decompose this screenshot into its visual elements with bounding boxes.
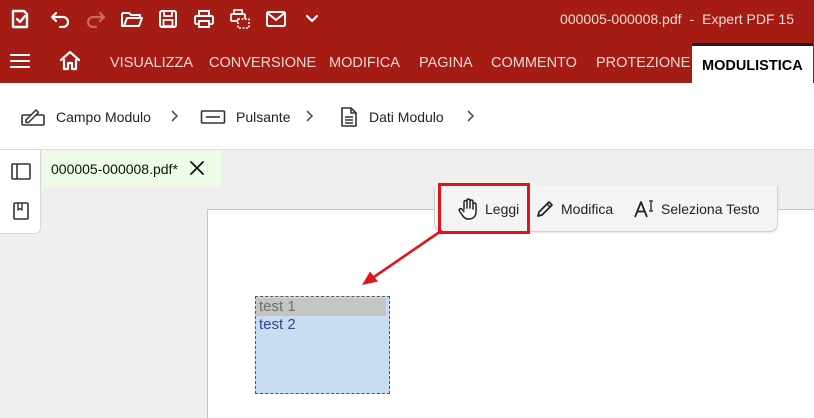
dati-modulo-label: Dati Modulo [369, 108, 444, 125]
tab-protezione[interactable]: PROTEZIONE [596, 38, 690, 83]
home-icon[interactable] [57, 48, 83, 74]
modifica-button[interactable]: Modifica [535, 186, 613, 232]
email-icon[interactable] [260, 0, 292, 38]
window-app-name: Expert PDF 15 [702, 11, 794, 27]
window-title-separator: - [689, 11, 695, 27]
ribbon-tab-bar: VISUALIZZA CONVERSIONE MODIFICA PAGINA C… [0, 38, 814, 83]
window-file-name: 000005-000008.pdf [560, 11, 682, 27]
tab-modulistica[interactable]: MODULISTICA [692, 43, 813, 83]
chevron-right-icon [171, 110, 179, 122]
tab-modifica[interactable]: MODIFICA [329, 38, 400, 83]
side-panel [0, 150, 41, 234]
tab-pagina[interactable]: PAGINA [419, 38, 473, 83]
print-icon[interactable] [188, 0, 220, 38]
panel-toggle-icon[interactable] [10, 161, 32, 183]
modifica-label: Modifica [561, 201, 614, 217]
seleziona-testo-label: Seleziona Testo [661, 201, 760, 217]
print-range-icon[interactable] [224, 0, 256, 38]
pulsante-label: Pulsante [236, 108, 291, 125]
app-logo-icon[interactable] [2, 0, 38, 38]
highlight-box [438, 183, 530, 234]
redo-icon[interactable] [80, 0, 112, 38]
listbox-field[interactable]: test 1 test 2 [255, 296, 390, 394]
ribbon-panel: Campo Modulo Pulsante Dati Modulo [0, 83, 814, 150]
chevron-right-icon [467, 110, 475, 122]
listbox-item[interactable]: test 1 [256, 298, 386, 316]
title-bar: 000005-000008.pdf - Expert PDF 15 [0, 0, 814, 38]
window-title: 000005-000008.pdf - Expert PDF 15 [560, 0, 794, 38]
document-tab-label: 000005-000008.pdf* [51, 160, 178, 177]
save-icon[interactable] [152, 0, 184, 38]
bookmark-icon[interactable] [10, 200, 32, 222]
tab-conversione[interactable]: CONVERSIONE [209, 38, 316, 83]
button-icon [200, 109, 226, 124]
open-folder-icon[interactable] [116, 0, 148, 38]
undo-icon[interactable] [44, 0, 76, 38]
document-tab[interactable]: 000005-000008.pdf* [42, 150, 221, 187]
text-select-icon [634, 200, 653, 218]
seleziona-testo-button[interactable]: Seleziona Testo [633, 186, 760, 232]
campo-modulo-button[interactable]: Campo Modulo [20, 83, 151, 150]
menu-icon[interactable] [8, 49, 32, 73]
pulsante-button[interactable]: Pulsante [200, 83, 290, 150]
close-icon[interactable] [189, 160, 205, 176]
listbox-item[interactable]: test 2 [256, 316, 389, 334]
chevron-right-icon [306, 110, 314, 122]
dati-modulo-button[interactable]: Dati Modulo [339, 83, 444, 150]
pencil-icon [537, 201, 553, 217]
tab-visualizza[interactable]: VISUALIZZA [110, 38, 193, 83]
customize-chevron-icon[interactable] [298, 0, 326, 38]
tab-commento[interactable]: COMMENTO [491, 38, 577, 83]
form-field-icon [21, 108, 45, 126]
campo-modulo-label: Campo Modulo [56, 108, 151, 125]
form-data-icon [341, 106, 357, 127]
